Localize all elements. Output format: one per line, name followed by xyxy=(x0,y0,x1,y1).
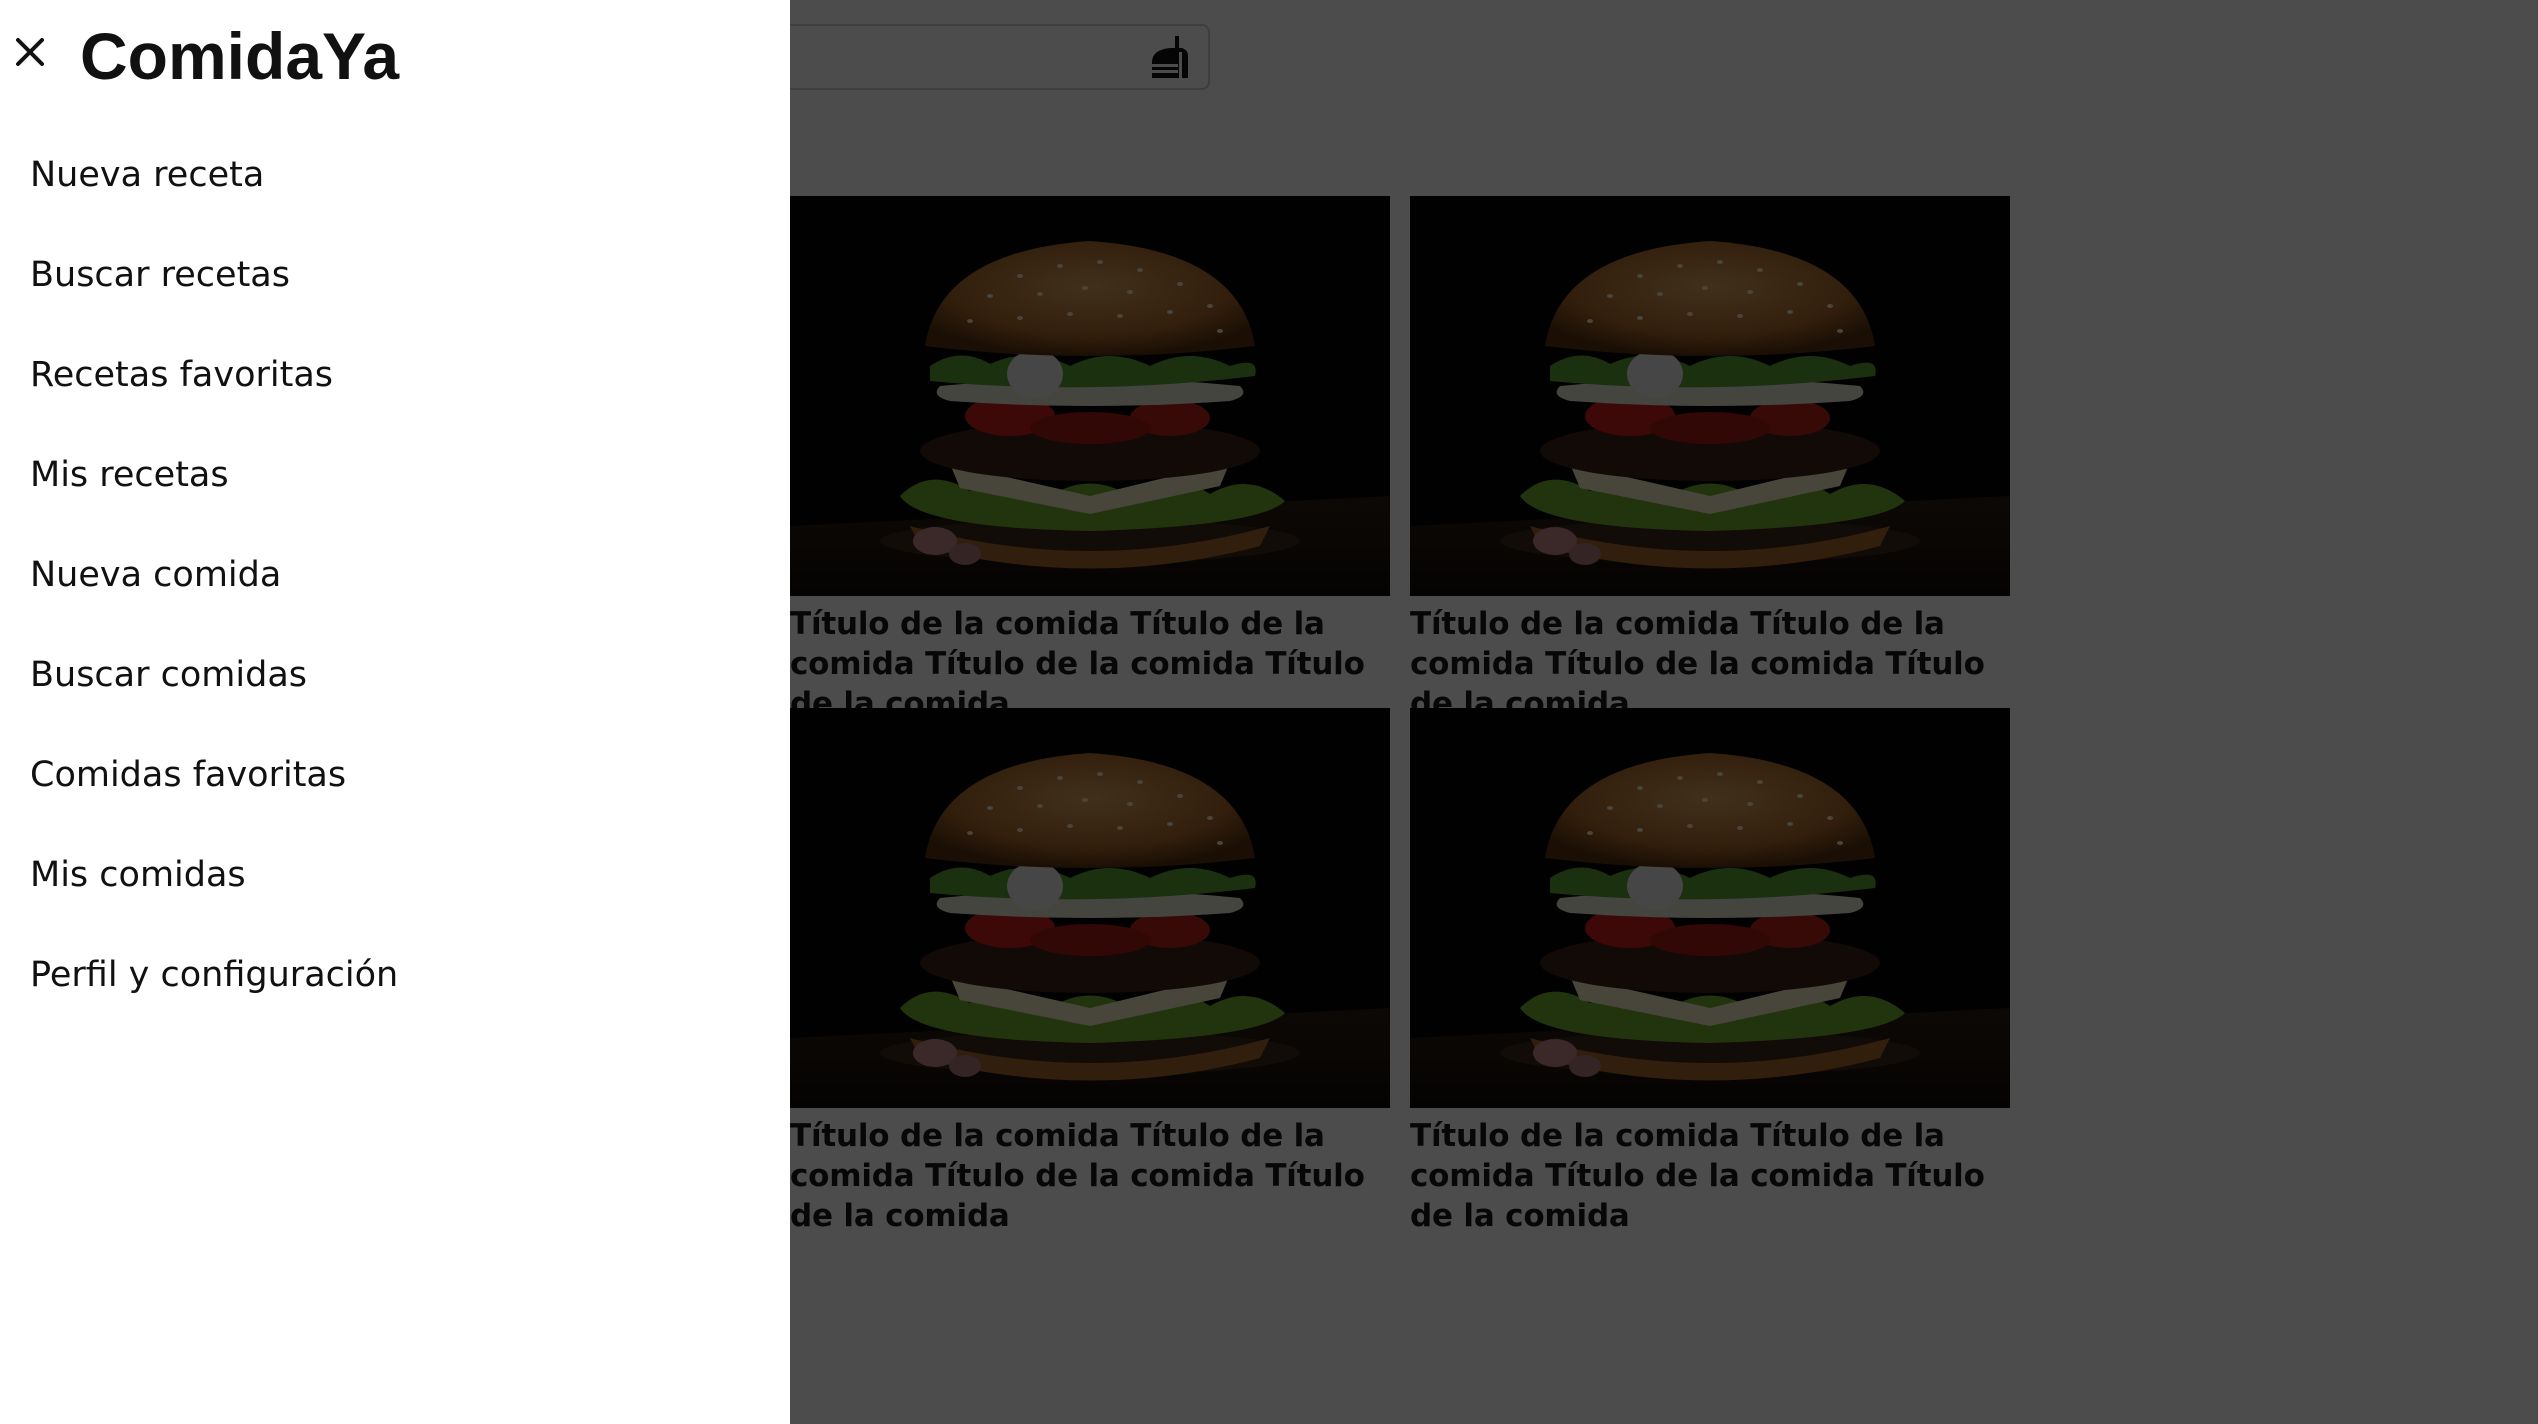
app-root: Título de la comida Título de la comida … xyxy=(0,0,2538,1424)
navigation-drawer: ComidaYa Nueva receta Buscar recetas Rec… xyxy=(0,0,790,1424)
menu-item-buscar-comidas[interactable]: Buscar comidas xyxy=(0,640,790,740)
menu-item-nueva-receta[interactable]: Nueva receta xyxy=(0,140,790,240)
menu-item-mis-comidas[interactable]: Mis comidas xyxy=(0,840,790,940)
menu-item-mis-recetas[interactable]: Mis recetas xyxy=(0,440,790,540)
drawer-menu: Nueva receta Buscar recetas Recetas favo… xyxy=(0,140,790,1040)
menu-item-perfil-configuracion[interactable]: Perfil y configuración xyxy=(0,940,790,1040)
menu-item-comidas-favoritas[interactable]: Comidas favoritas xyxy=(0,740,790,840)
menu-item-buscar-recetas[interactable]: Buscar recetas xyxy=(0,240,790,340)
close-icon[interactable] xyxy=(6,28,54,76)
app-brand: ComidaYa xyxy=(80,19,400,93)
menu-item-nueva-comida[interactable]: Nueva comida xyxy=(0,540,790,640)
menu-item-recetas-favoritas[interactable]: Recetas favoritas xyxy=(0,340,790,440)
